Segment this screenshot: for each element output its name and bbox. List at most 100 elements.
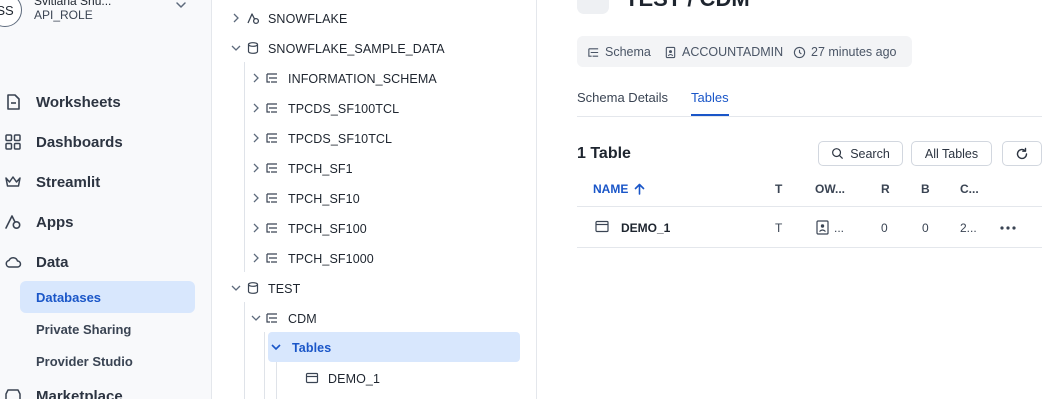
nav-label: Streamlit xyxy=(36,174,101,191)
clock-icon xyxy=(793,46,806,58)
schema-icon xyxy=(266,73,277,83)
nav-label: Data xyxy=(36,254,69,271)
tree-item-demo-1[interactable]: DEMO_1 xyxy=(212,363,536,393)
nav-subitem-databases[interactable]: Databases xyxy=(20,281,195,313)
search-button[interactable]: Search xyxy=(818,141,903,166)
nav-item-marketplace[interactable]: Marketplace xyxy=(0,381,211,399)
chevron-right-icon[interactable] xyxy=(251,193,261,203)
user-role: API_ROLE xyxy=(34,8,93,22)
refresh-icon xyxy=(1016,147,1028,159)
nav-subitem-private-sharing[interactable]: Private Sharing xyxy=(20,313,195,345)
more-options-icon[interactable] xyxy=(999,225,1017,231)
tree-item-test[interactable]: TEST xyxy=(212,273,536,303)
nav-item-dashboards[interactable]: Dashboards xyxy=(0,127,211,157)
chevron-down-icon[interactable] xyxy=(251,313,261,323)
cell-owner: ... xyxy=(834,221,845,235)
tree-item-tables[interactable]: Tables xyxy=(212,330,536,362)
table-count: 1 Table xyxy=(577,145,631,162)
nav-item-worksheets[interactable]: Worksheets xyxy=(0,87,211,117)
meta-created-label: 27 minutes ago xyxy=(811,45,897,59)
column-header-rows[interactable]: R xyxy=(881,182,890,196)
column-header-name[interactable]: NAME xyxy=(593,182,645,196)
schema-icon xyxy=(266,253,277,263)
schema-icon xyxy=(588,47,599,57)
nav-item-streamlit[interactable]: Streamlit xyxy=(0,167,211,197)
table-icon xyxy=(595,220,609,233)
tree-item-label: SNOWFLAKE_SAMPLE_DATA xyxy=(268,42,445,56)
chevron-right-icon[interactable] xyxy=(251,253,261,263)
nav-item-data[interactable]: Data xyxy=(0,247,211,277)
schema-icon xyxy=(266,193,277,203)
cell-rows: 0 xyxy=(881,221,888,235)
tree-item-label: TPCH_SF1 xyxy=(288,162,353,176)
chevron-right-icon[interactable] xyxy=(251,163,261,173)
schema-icon xyxy=(266,223,277,233)
chevron-down-icon[interactable] xyxy=(271,342,281,352)
share-icon xyxy=(247,13,260,25)
nav-subitem-provider-studio[interactable]: Provider Studio xyxy=(20,345,195,377)
marketplace-icon xyxy=(5,389,21,399)
meta-owner: ACCOUNTADMIN xyxy=(664,44,783,60)
cloud-icon xyxy=(5,256,22,268)
schema-icon xyxy=(577,0,609,14)
owner-role-icon xyxy=(816,220,829,235)
tree-item-tpcds-sf100tcl[interactable]: TPCDS_SF100TCL xyxy=(212,93,536,123)
cell-name[interactable]: DEMO_1 xyxy=(621,221,670,235)
tree-item-label: TPCDS_SF10TCL xyxy=(288,132,393,146)
tree-item-snowflake-sample-data[interactable]: SNOWFLAKE_SAMPLE_DATA xyxy=(212,33,536,63)
column-header-created[interactable]: C... xyxy=(960,182,979,196)
main-panel: TEST / CDM Schema ACCOUNTADMIN 27 minute… xyxy=(537,0,1055,399)
cell-created: 2... xyxy=(960,221,977,235)
chevron-down-icon[interactable] xyxy=(231,43,241,53)
tabs-divider xyxy=(577,116,1042,117)
chevron-right-icon[interactable] xyxy=(251,223,261,233)
tree-item-label: TPCDS_SF100TCL xyxy=(288,102,400,116)
tree-item-tpch-sf1[interactable]: TPCH_SF1 xyxy=(212,153,536,183)
tree-item-label: SNOWFLAKE xyxy=(268,12,348,26)
database-icon xyxy=(247,282,259,294)
tree-item-label: DEMO_1 xyxy=(328,372,381,386)
meta-created: 27 minutes ago xyxy=(793,44,896,60)
column-header-type[interactable]: T xyxy=(775,182,782,196)
cell-type: T xyxy=(775,221,783,235)
column-header-label: NAME xyxy=(593,182,629,196)
crown-icon xyxy=(5,176,21,187)
user-name: Svitlana Shu... xyxy=(34,0,112,8)
search-button-label: Search xyxy=(850,146,890,161)
column-header-owner[interactable]: OW... xyxy=(815,182,845,196)
nav-label: Dashboards xyxy=(36,134,123,151)
tree-item-label: TPCH_SF100 xyxy=(288,222,367,236)
avatar: SS xyxy=(0,0,22,27)
tree-item-tpcds-sf10tcl[interactable]: TPCDS_SF10TCL xyxy=(212,123,536,153)
tab-schema-details[interactable]: Schema Details xyxy=(577,90,668,105)
tree-item-snowflake[interactable]: SNOWFLAKE xyxy=(212,3,536,33)
user-menu[interactable]: SS Svitlana Shu... API_ROLE xyxy=(0,0,211,28)
refresh-button[interactable] xyxy=(1002,141,1042,166)
active-tab-indicator xyxy=(691,114,729,116)
table-icon xyxy=(305,372,319,384)
column-header-bytes[interactable]: B xyxy=(921,182,930,196)
tree-item-information-schema[interactable]: INFORMATION_SCHEMA xyxy=(212,63,536,93)
tree-item-label: TEST xyxy=(268,282,301,296)
object-explorer-tree: SNOWFLAKE SNOWFLAKE_SAMPLE_DATA INFORMAT… xyxy=(212,0,537,399)
chevron-right-icon[interactable] xyxy=(251,73,261,83)
schema-icon xyxy=(266,103,277,113)
apps-icon xyxy=(5,215,21,230)
sort-ascending-icon xyxy=(635,183,645,195)
chevron-down-icon[interactable] xyxy=(231,283,241,293)
database-icon xyxy=(247,42,259,54)
table-filter-label: All Tables xyxy=(924,146,979,161)
chevron-right-icon[interactable] xyxy=(251,133,261,143)
chevron-right-icon[interactable] xyxy=(251,103,261,113)
tree-item-tpch-sf100[interactable]: TPCH_SF100 xyxy=(212,213,536,243)
tree-item-tpch-sf1000[interactable]: TPCH_SF1000 xyxy=(212,243,536,273)
table-header-divider xyxy=(577,206,1042,207)
tree-item-tpch-sf10[interactable]: TPCH_SF10 xyxy=(212,183,536,213)
tree-item-cdm[interactable]: CDM xyxy=(212,303,536,333)
nav-item-apps[interactable]: Apps xyxy=(0,207,211,237)
chevron-right-icon[interactable] xyxy=(231,13,241,23)
tab-tables[interactable]: Tables xyxy=(691,90,729,105)
table-filter-dropdown[interactable]: All Tables xyxy=(911,141,992,166)
left-navigation: SS Svitlana Shu... API_ROLE Worksheets D… xyxy=(0,0,212,399)
search-icon xyxy=(832,148,844,160)
